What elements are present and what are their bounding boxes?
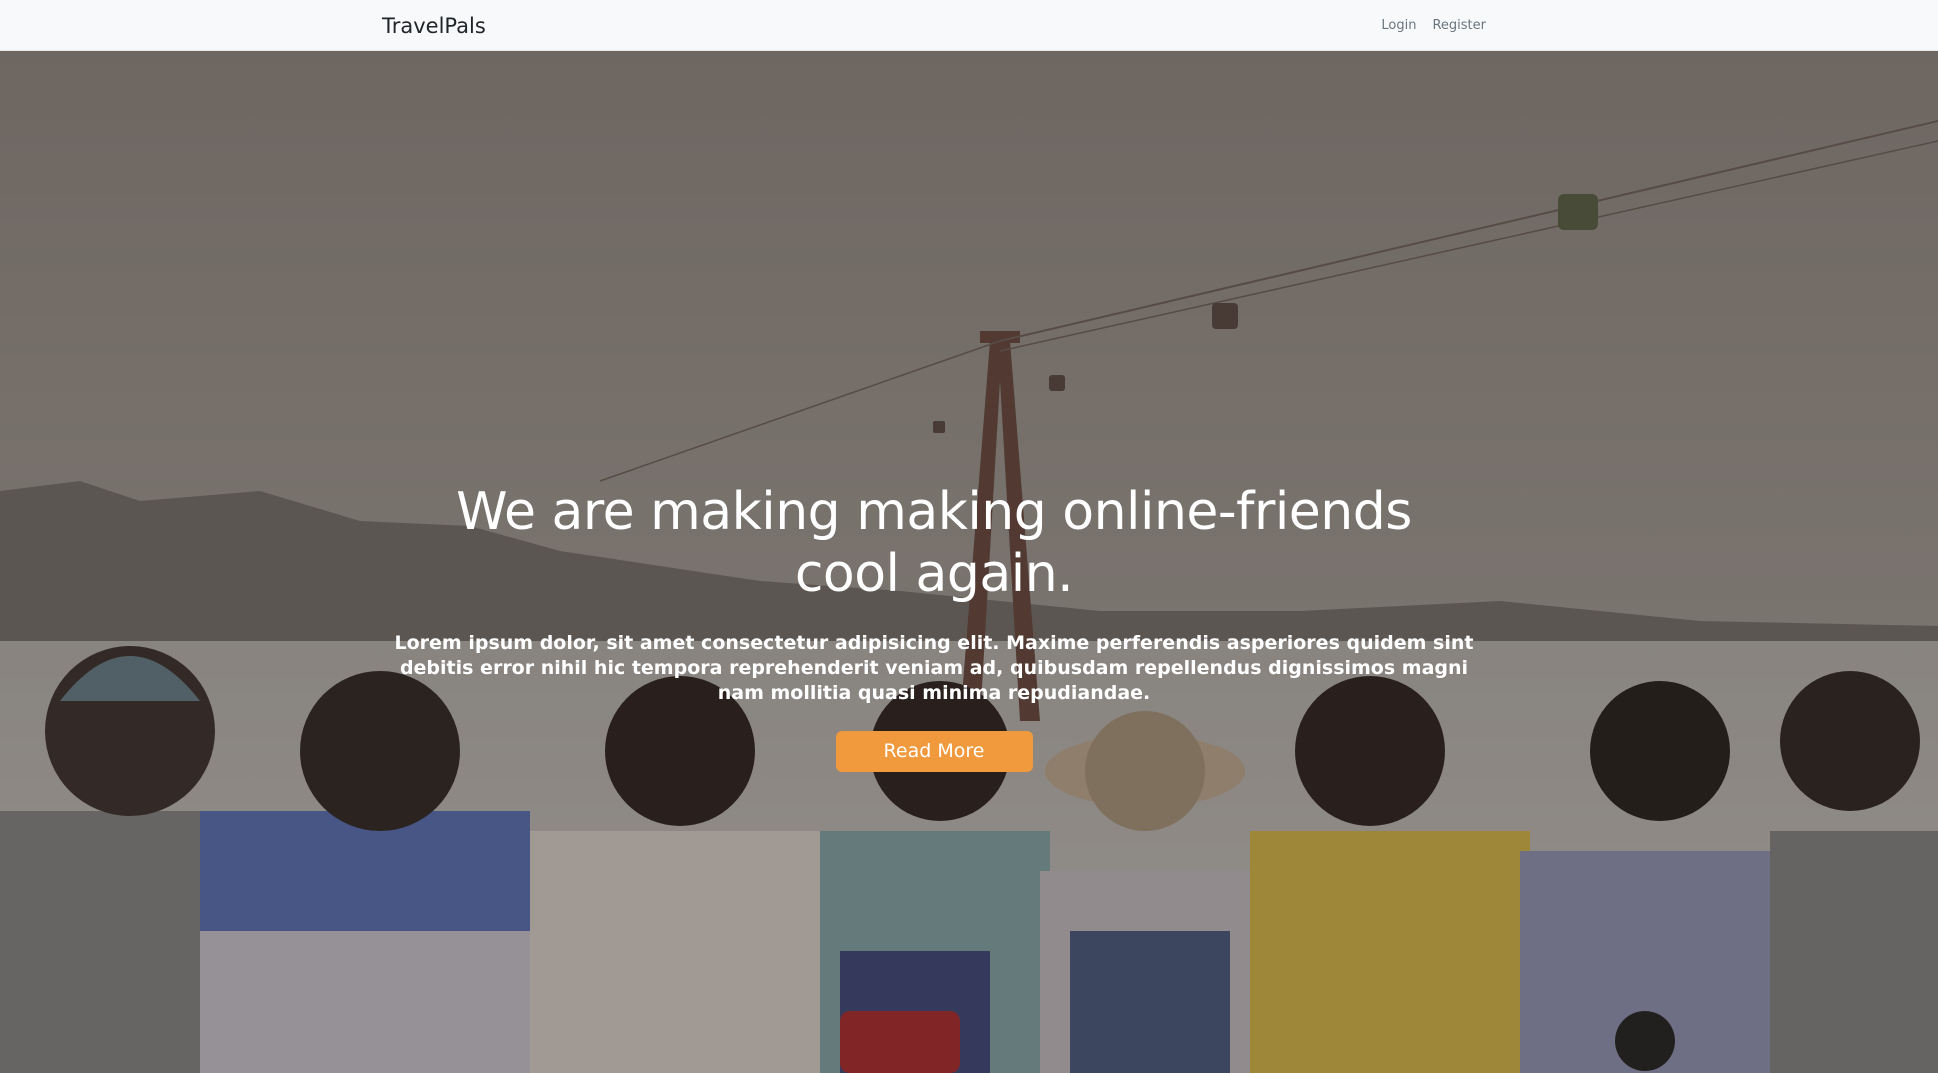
hero-section: We are making making online-friends cool…: [0, 51, 1938, 1073]
read-more-button[interactable]: Read More: [835, 731, 1033, 772]
nav-links: Login Register: [1381, 18, 1486, 33]
navbar-container: TravelPals Login Register: [382, 0, 1486, 51]
login-link[interactable]: Login: [1381, 18, 1416, 33]
hero-description: Lorem ipsum dolor, sit amet consectetur …: [394, 632, 1474, 704]
brand-link[interactable]: TravelPals: [382, 14, 486, 38]
navbar: TravelPals Login Register: [0, 0, 1938, 51]
hero-content: We are making making online-friends cool…: [382, 481, 1486, 772]
hero-title: We are making making online-friends cool…: [456, 482, 1412, 604]
register-link[interactable]: Register: [1432, 18, 1486, 33]
